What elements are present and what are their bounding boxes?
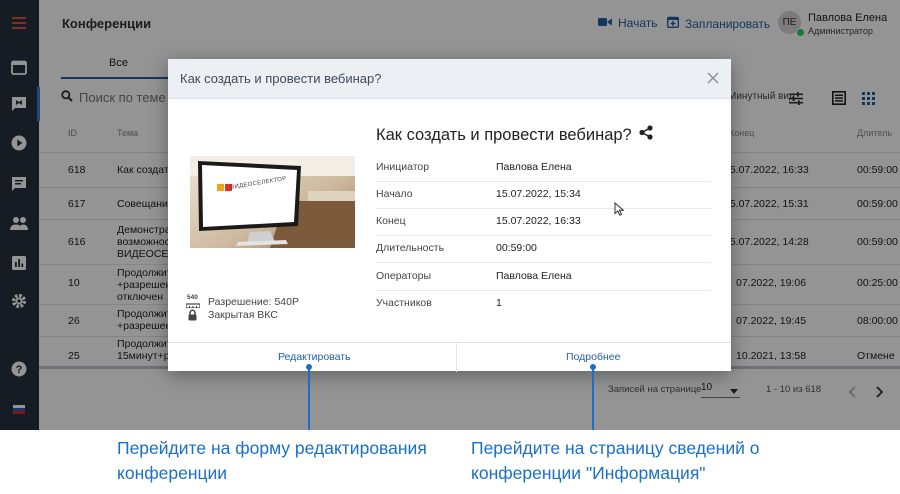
detail-label: Инициатор [376, 161, 430, 173]
detail-value: 15.07.2022, 15:34 [496, 188, 581, 200]
detail-row: Операторы Павлова Елена [376, 263, 711, 291]
footer-divider [456, 343, 457, 372]
detail-label: Участников [376, 297, 432, 309]
conference-dialog: Как создать и провести вебинар? ВИДЕОСЕЛ… [168, 59, 731, 372]
share-icon[interactable] [639, 125, 653, 145]
detail-row: Начало 15.07.2022, 15:34 [376, 181, 711, 209]
detail-value: 00:59:00 [496, 242, 537, 254]
more-details-button[interactable]: Подробнее [566, 351, 620, 363]
edit-annotation-line2: конференции [117, 463, 228, 483]
more-annotation-line1: Перейдите на страницу сведений о [471, 438, 760, 458]
dialog-header: Как создать и провести вебинар? [168, 59, 731, 99]
detail-row: Конец 15.07.2022, 16:33 [376, 208, 711, 236]
dialog-header-title: Как создать и провести вебинар? [180, 71, 382, 86]
dialog-footer: Редактировать Подробнее [168, 342, 731, 372]
edit-annotation-line1: Перейдите на форму редактирования [117, 438, 427, 458]
detail-value: 15.07.2022, 16:33 [496, 215, 581, 227]
conference-title: Как создать и провести вебинар? [376, 125, 653, 145]
detail-row: Длительность 00:59:00 [376, 235, 711, 263]
detail-value: Павлова Елена [496, 270, 572, 282]
more-annotation: Перейдите на страницу сведений о конфере… [471, 436, 759, 486]
more-annotation-line2: конференции "Информация" [471, 463, 706, 483]
monitor-illustration [190, 156, 355, 248]
detail-value: Павлова Елена [496, 161, 572, 173]
detail-row: Участников 1 [376, 290, 711, 317]
app-window: ? Конференции Начать Запланировать ПЕ Па… [0, 0, 900, 430]
mouse-cursor-icon [614, 201, 625, 221]
close-icon[interactable] [707, 71, 719, 89]
detail-label: Конец [376, 215, 406, 227]
conference-title-text: Как создать и провести вебинар? [376, 125, 632, 144]
resolution-badge-text: 540 [187, 294, 198, 301]
resolution-text: Разрешение: 540P [208, 296, 299, 308]
detail-label: Длительность [376, 242, 445, 254]
edit-button[interactable]: Редактировать [278, 351, 351, 363]
lock-icon [188, 308, 197, 326]
edit-annotation: Перейдите на форму редактирования конфер… [117, 436, 427, 486]
detail-label: Операторы [376, 270, 432, 282]
more-callout-line [592, 367, 594, 430]
edit-callout-line [308, 367, 310, 430]
detail-value: 1 [496, 297, 502, 309]
conference-thumbnail: ВИДЕОСЕЛЕКТОР [190, 156, 355, 248]
access-text: Закрытая ВКС [208, 309, 278, 321]
detail-label: Начало [376, 188, 413, 200]
detail-row: Инициатор Павлова Елена [376, 154, 711, 182]
